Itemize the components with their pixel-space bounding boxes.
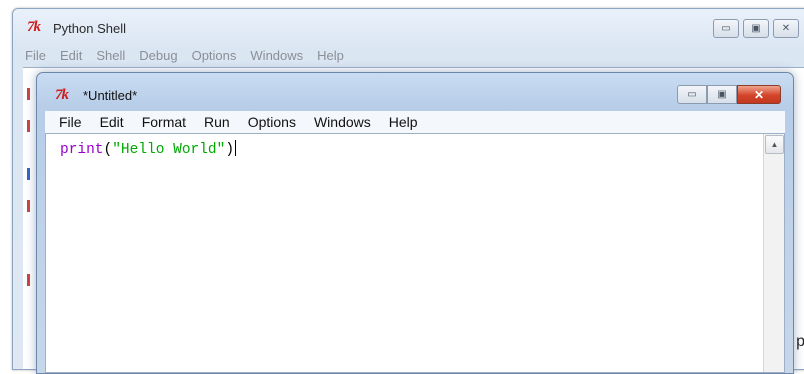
shell-menu-windows[interactable]: Windows bbox=[250, 45, 303, 67]
shell-text-fragment bbox=[27, 120, 30, 132]
editor-menu-format[interactable]: Format bbox=[142, 111, 186, 133]
text-cursor bbox=[235, 140, 237, 156]
shell-minimize-button[interactable]: ▭ bbox=[713, 19, 739, 38]
shell-text-fragment bbox=[27, 88, 30, 100]
shell-menu-edit[interactable]: Edit bbox=[60, 45, 82, 67]
editor-menu-windows[interactable]: Windows bbox=[314, 111, 371, 133]
editor-menu-help[interactable]: Help bbox=[389, 111, 418, 133]
code-builtin-print: print bbox=[60, 142, 104, 158]
shell-menubar: File Edit Shell Debug Options Windows He… bbox=[13, 45, 804, 67]
code-string-literal: "Hello World" bbox=[112, 142, 226, 158]
shell-text-fragment bbox=[27, 200, 30, 212]
shell-menu-options[interactable]: Options bbox=[192, 45, 237, 67]
shell-text-fragment bbox=[27, 168, 30, 180]
editor-menu-options[interactable]: Options bbox=[248, 111, 296, 133]
editor-window[interactable]: 7k *Untitled* ▭ ▣ ✕ File Edit Format Run… bbox=[36, 72, 794, 374]
editor-menubar: File Edit Format Run Options Windows Hel… bbox=[45, 111, 785, 133]
editor-menu-edit[interactable]: Edit bbox=[100, 111, 124, 133]
shell-partial-text: p bbox=[796, 333, 804, 350]
scroll-up-icon[interactable]: ▲ bbox=[765, 135, 784, 154]
code-editor-area[interactable]: print("Hello World") ▲ bbox=[45, 133, 785, 373]
shell-window-title: Python Shell bbox=[53, 21, 126, 36]
close-icon: ✕ bbox=[781, 23, 791, 34]
editor-close-button[interactable]: ✕ bbox=[737, 85, 781, 104]
editor-maximize-button[interactable]: ▣ bbox=[707, 85, 737, 104]
editor-minimize-button[interactable]: ▭ bbox=[677, 85, 707, 104]
shell-menu-help[interactable]: Help bbox=[317, 45, 344, 67]
minimize-icon: ▭ bbox=[721, 23, 731, 34]
code-close-paren: ) bbox=[225, 142, 235, 158]
editor-menu-run[interactable]: Run bbox=[204, 111, 230, 133]
maximize-icon: ▣ bbox=[751, 23, 761, 34]
tk-logo-icon: 7k bbox=[27, 19, 41, 35]
shell-titlebar[interactable]: 7k Python Shell ▭ ▣ ✕ bbox=[13, 9, 804, 43]
minimize-icon: ▭ bbox=[687, 89, 697, 100]
maximize-icon: ▣ bbox=[717, 89, 727, 100]
tk-logo-icon: 7k bbox=[55, 87, 69, 103]
editor-window-title: *Untitled* bbox=[83, 88, 138, 103]
shell-menu-file[interactable]: File bbox=[25, 45, 46, 67]
shell-text-fragment bbox=[27, 274, 30, 286]
code-line[interactable]: print("Hello World") bbox=[60, 140, 237, 158]
scroll-up-glyph: ▲ bbox=[770, 140, 779, 149]
shell-window-controls: ▭ ▣ ✕ bbox=[713, 19, 799, 38]
code-open-paren: ( bbox=[103, 142, 113, 158]
shell-menu-debug[interactable]: Debug bbox=[139, 45, 177, 67]
shell-menu-shell[interactable]: Shell bbox=[96, 45, 125, 67]
editor-vertical-scrollbar[interactable]: ▲ bbox=[763, 134, 784, 372]
close-icon: ✕ bbox=[753, 87, 765, 102]
editor-window-controls: ▭ ▣ ✕ bbox=[677, 85, 781, 104]
shell-maximize-button[interactable]: ▣ bbox=[743, 19, 769, 38]
shell-close-button[interactable]: ✕ bbox=[773, 19, 799, 38]
editor-menu-file[interactable]: File bbox=[59, 111, 82, 133]
